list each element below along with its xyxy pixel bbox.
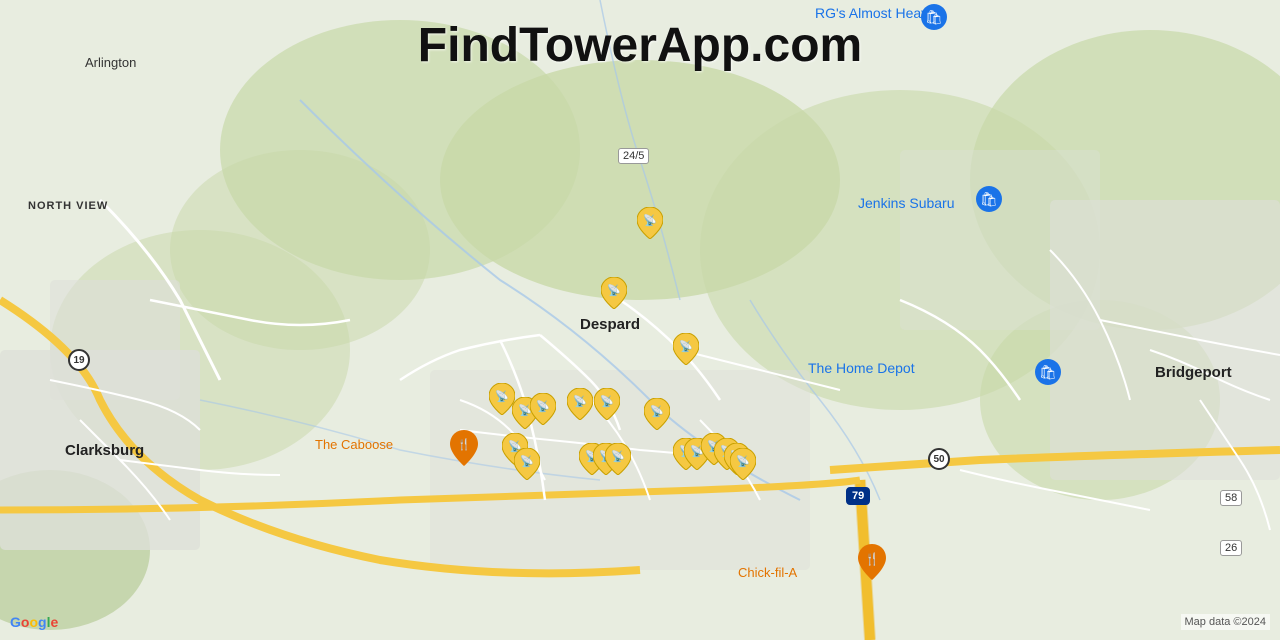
google-logo: Google <box>10 614 58 630</box>
svg-text:📡: 📡 <box>607 283 621 297</box>
shop-marker-rgs[interactable]: 🛍 <box>920 3 948 39</box>
map-attribution: Map data ©2024 <box>1181 614 1271 630</box>
svg-text:🛍: 🛍 <box>1039 364 1057 380</box>
svg-text:📡: 📡 <box>600 394 614 408</box>
svg-text:🛍: 🛍 <box>980 191 998 207</box>
svg-text:📡: 📡 <box>536 399 550 413</box>
tower-marker-14[interactable]: 📡 <box>605 443 631 475</box>
shop-marker-jenkins[interactable]: 🛍 <box>975 185 1003 221</box>
svg-text:📡: 📡 <box>650 404 664 418</box>
svg-text:📡: 📡 <box>573 394 587 408</box>
map-container[interactable]: FindTowerApp.com Arlington NORTH VIEW Cl… <box>0 0 1280 640</box>
svg-text:📡: 📡 <box>679 339 693 353</box>
svg-text:🍴: 🍴 <box>457 438 471 451</box>
svg-text:📡: 📡 <box>643 213 657 227</box>
tower-marker-1[interactable]: 📡 <box>637 207 663 239</box>
tower-marker-8[interactable]: 📡 <box>594 388 620 420</box>
map-background <box>0 0 1280 640</box>
tower-marker-6[interactable]: 📡 <box>530 393 556 425</box>
svg-text:📡: 📡 <box>495 389 509 403</box>
svg-text:🛍: 🛍 <box>925 9 943 25</box>
tower-marker-7[interactable]: 📡 <box>567 388 593 420</box>
svg-text:📡: 📡 <box>520 454 534 468</box>
tower-marker-2[interactable]: 📡 <box>601 277 627 309</box>
shop-marker-homedepot[interactable]: 🛍 <box>1034 358 1062 394</box>
svg-text:📡: 📡 <box>611 449 625 463</box>
svg-text:🍴: 🍴 <box>865 552 880 566</box>
tower-marker-20[interactable]: 📡 <box>730 448 756 480</box>
poi-marker-caboose[interactable]: 🍴 <box>450 430 478 466</box>
tower-marker-3[interactable]: 📡 <box>673 333 699 365</box>
tower-marker-9[interactable]: 📡 <box>644 398 670 430</box>
svg-text:📡: 📡 <box>736 454 750 468</box>
tower-marker-11[interactable]: 📡 <box>514 448 540 480</box>
poi-marker-chickfila[interactable]: 🍴 <box>858 544 886 580</box>
